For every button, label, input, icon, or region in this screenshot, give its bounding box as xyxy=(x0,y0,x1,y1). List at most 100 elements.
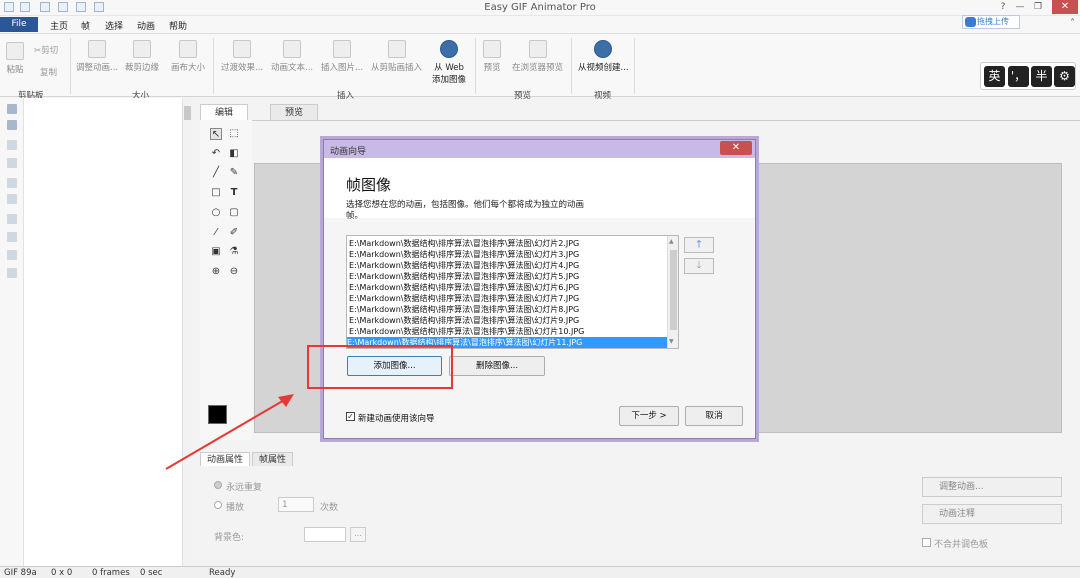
select-rectangle-icon[interactable]: ⬚ xyxy=(228,128,240,140)
animated-text-label: 动画文本... xyxy=(271,63,314,73)
text-tool-icon[interactable]: T xyxy=(228,187,240,199)
flood-fill-icon[interactable]: ↶ xyxy=(210,148,222,160)
ellipse-tool-icon[interactable]: ○ xyxy=(210,207,222,219)
add-frame-icon[interactable] xyxy=(7,104,17,114)
file-list-item[interactable]: E:\Markdown\数据结构\排序算法\冒泡排序\算法图\幻灯片10.JPG xyxy=(349,326,667,337)
open-icon[interactable] xyxy=(40,2,50,12)
text-frame-icon[interactable] xyxy=(7,250,17,260)
file-list-item[interactable]: E:\Markdown\数据结构\排序算法\冒泡排序\算法图\幻灯片2.JPG xyxy=(349,238,667,249)
delete-image-button[interactable]: 删除图像... xyxy=(449,356,545,376)
file-list-scrollbar[interactable]: ▲ ▼ xyxy=(667,236,678,348)
cut-button[interactable]: ✂剪切 xyxy=(34,44,58,56)
use-wizard-checkbox[interactable]: ✓ xyxy=(346,412,355,421)
collapse-ribbon-icon[interactable]: ˄ xyxy=(1070,18,1075,29)
line-tool-icon[interactable]: ╱ xyxy=(210,167,222,179)
animated-text-button[interactable]: 动画文本... xyxy=(271,40,313,73)
browser-preview-button[interactable]: 在浏览器预览 xyxy=(512,40,563,73)
menu-animation[interactable]: 动画 xyxy=(137,19,155,32)
transition-button[interactable]: 过渡效果... xyxy=(221,40,263,73)
background-color-browse-button[interactable]: ... xyxy=(350,527,366,542)
tab-preview[interactable]: 预览 xyxy=(270,104,319,120)
window-close-button[interactable]: ✕ xyxy=(1052,0,1078,14)
crop-edges-button[interactable]: 裁剪边缘 xyxy=(125,40,159,73)
image-file-list[interactable]: E:\Markdown\数据结构\排序算法\冒泡排序\算法图\幻灯片2.JPG E… xyxy=(346,235,679,349)
eraser-icon[interactable]: ✐ xyxy=(228,227,240,239)
zoom-in-icon[interactable]: ⊕ xyxy=(210,266,222,278)
insert-frame-icon[interactable] xyxy=(7,120,17,130)
redo-icon[interactable] xyxy=(94,2,104,12)
file-list-item[interactable]: E:\Markdown\数据结构\排序算法\冒泡排序\算法图\幻灯片6.JPG xyxy=(349,282,667,293)
file-list-item[interactable]: E:\Markdown\数据结构\排序算法\冒泡排序\算法图\幻灯片8.JPG xyxy=(349,304,667,315)
file-menu[interactable]: File xyxy=(0,17,38,32)
gradient-icon[interactable]: ◧ xyxy=(228,148,240,160)
scroll-down-icon[interactable]: ▼ xyxy=(669,338,677,346)
insert-clipart-button[interactable]: 从剪贴画插入 xyxy=(371,40,422,73)
ime-halfwidth-key[interactable]: 半 xyxy=(1031,66,1052,87)
save-icon[interactable] xyxy=(58,2,68,12)
file-list-item[interactable]: E:\Markdown\数据结构\排序算法\冒泡排序\算法图\幻灯片5.JPG xyxy=(349,271,667,282)
new-icon[interactable] xyxy=(20,2,30,12)
menu-select[interactable]: 选择 xyxy=(105,19,123,32)
restore-button[interactable]: ❐ xyxy=(1030,1,1046,13)
frame-list-scrollbar[interactable] xyxy=(182,98,192,566)
move-down-button[interactable]: 🡓 xyxy=(684,258,714,274)
no-merge-palette-checkbox[interactable] xyxy=(922,538,931,547)
brush-tool-icon[interactable]: ✎ xyxy=(228,167,240,179)
title-bar: Easy GIF Animator Pro ? — ❐ ✕ xyxy=(0,0,1080,16)
preview-label: 预览 xyxy=(483,63,501,73)
gear-icon[interactable]: ⚙ xyxy=(1054,66,1075,87)
undo-icon[interactable] xyxy=(76,2,86,12)
copy-button[interactable]: 复制 xyxy=(40,66,57,78)
tab-edit[interactable]: 编辑 xyxy=(200,104,249,120)
file-list-item[interactable]: E:\Markdown\数据结构\排序算法\冒泡排序\算法图\幻灯片9.JPG xyxy=(349,315,667,326)
menu-help[interactable]: 帮助 xyxy=(169,19,187,32)
move-up-icon[interactable] xyxy=(7,178,17,188)
minimize-button[interactable]: — xyxy=(1012,1,1028,13)
upload-button[interactable]: 拖拽上传 xyxy=(962,15,1020,29)
scroll-up-icon[interactable]: ▲ xyxy=(669,238,677,246)
paste-button[interactable]: 粘贴 xyxy=(6,42,24,75)
ime-language-key[interactable]: 英 xyxy=(984,66,1005,87)
eyedropper-icon[interactable]: ⁄ xyxy=(210,227,222,239)
play-count-value: 1 xyxy=(282,500,288,510)
zoom-out-icon[interactable]: ⊖ xyxy=(228,266,240,278)
resize-animation-button[interactable]: 调整动画... xyxy=(76,40,118,73)
play-count-radio[interactable] xyxy=(214,501,222,509)
canvas-size-button[interactable]: 画布大小 xyxy=(171,40,205,73)
cancel-button[interactable]: 取消 xyxy=(685,406,743,426)
ime-punctuation-key[interactable]: '， xyxy=(1008,66,1029,87)
pen-icon[interactable] xyxy=(7,232,17,242)
insert-image-button[interactable]: 插入图片... xyxy=(321,40,363,73)
file-list-scroll-thumb[interactable] xyxy=(670,250,677,330)
delete-frame-icon[interactable] xyxy=(7,158,17,168)
globe-icon xyxy=(440,40,458,58)
background-color-field[interactable] xyxy=(304,527,346,542)
move-up-button[interactable]: 🡑 xyxy=(684,237,714,253)
file-list-item[interactable]: E:\Markdown\数据结构\排序算法\冒泡排序\算法图\幻灯片4.JPG xyxy=(349,260,667,271)
scroll-thumb[interactable] xyxy=(184,106,191,120)
spray-tool-icon[interactable]: ⚗ xyxy=(228,246,240,258)
preview-button[interactable]: 预览 xyxy=(483,40,501,73)
move-down-icon[interactable] xyxy=(7,194,17,204)
rounded-rect-tool-icon[interactable]: ▢ xyxy=(228,207,240,219)
animation-comment-button[interactable]: 动画注释 xyxy=(922,504,1062,524)
menu-frame[interactable]: 帧 xyxy=(81,19,90,32)
adjust-animation-button[interactable]: 调整动画... xyxy=(922,477,1062,497)
add-from-web-button[interactable]: 从 Web 添加图像 xyxy=(432,40,466,85)
loop-forever-radio[interactable] xyxy=(214,481,222,489)
grid-icon[interactable] xyxy=(7,268,17,278)
help-icon[interactable]: ? xyxy=(995,1,1011,13)
play-count-stepper[interactable]: 1 xyxy=(278,497,314,512)
file-list-item[interactable]: E:\Markdown\数据结构\排序算法\冒泡排序\算法图\幻灯片7.JPG xyxy=(349,293,667,304)
rectangle-tool-icon[interactable]: □ xyxy=(210,187,222,199)
edit-frame-icon[interactable] xyxy=(7,214,17,224)
text-icon xyxy=(283,40,302,58)
menu-home[interactable]: 主页 xyxy=(50,19,68,32)
copy-frame-icon[interactable] xyxy=(7,140,17,150)
file-list-item[interactable]: E:\Markdown\数据结构\排序算法\冒泡排序\算法图\幻灯片3.JPG xyxy=(349,249,667,260)
create-from-video-button[interactable]: 从视频创建... xyxy=(578,40,629,73)
stamp-tool-icon[interactable]: ▣ xyxy=(210,246,222,258)
next-button[interactable]: 下一步 > xyxy=(619,406,679,426)
pointer-tool-icon[interactable]: ↖ xyxy=(210,128,222,140)
dialog-close-button[interactable]: ✕ xyxy=(720,141,752,155)
